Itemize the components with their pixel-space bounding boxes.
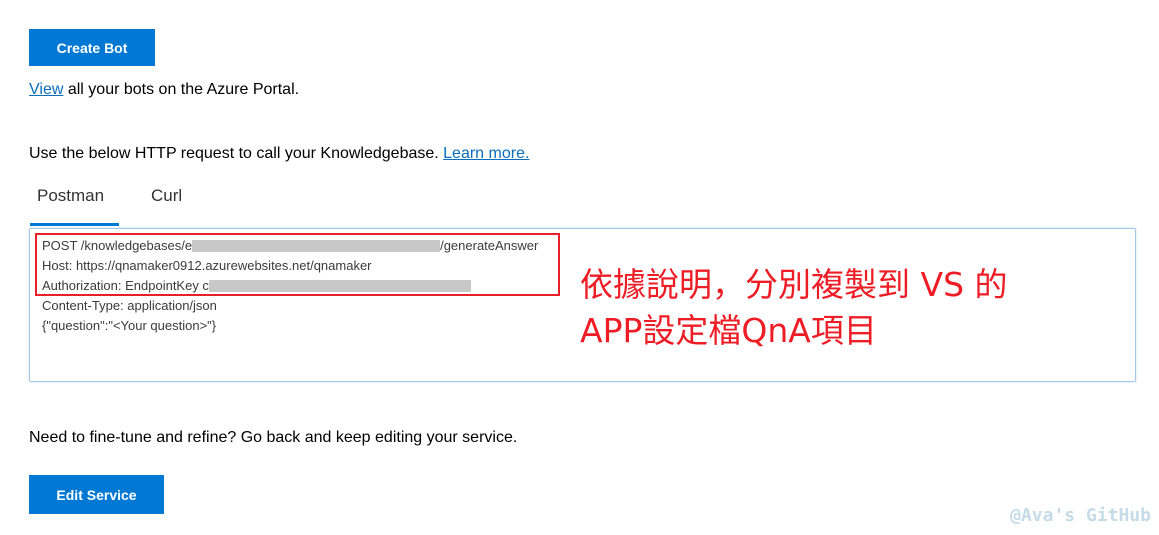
active-tab-indicator xyxy=(30,223,119,226)
http-request-text: Use the below HTTP request to call your … xyxy=(29,145,444,162)
watermark: @Ava's GitHub xyxy=(1010,505,1151,526)
annotation-line-1: 依據說明，分別複製到 VS 的 xyxy=(580,265,1008,304)
learn-more-link[interactable]: Learn more. xyxy=(443,145,529,162)
annotation-highlight-box xyxy=(35,233,560,296)
create-bot-button[interactable]: Create Bot xyxy=(29,29,155,66)
edit-service-button[interactable]: Edit Service xyxy=(29,475,164,514)
tab-postman[interactable]: Postman xyxy=(37,186,104,206)
fine-tune-instruction: Need to fine-tune and refine? Go back an… xyxy=(29,429,518,446)
code-line-body: {"question":"<Your question>"} xyxy=(42,318,217,333)
view-line-text: all your bots on the Azure Portal. xyxy=(63,81,300,98)
tab-curl[interactable]: Curl xyxy=(151,186,182,206)
annotation-text: 依據說明，分別複製到 VS 的 APP設定檔QnA項目 xyxy=(580,262,1008,354)
view-link[interactable]: View xyxy=(29,81,63,98)
annotation-line-2: APP設定檔QnA項目 xyxy=(580,311,877,350)
http-request-instruction: Use the below HTTP request to call your … xyxy=(29,145,529,163)
view-bots-line: View all your bots on the Azure Portal. xyxy=(29,81,299,99)
code-line-content-type: Content-Type: application/json xyxy=(42,298,217,313)
